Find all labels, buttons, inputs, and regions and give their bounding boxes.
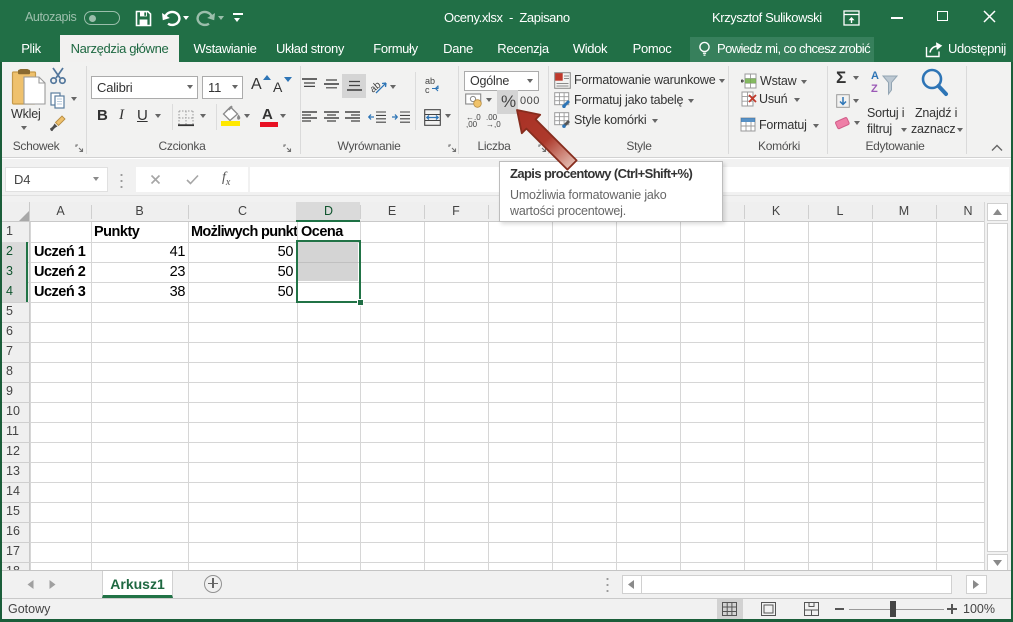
svg-text:c: c — [425, 85, 430, 94]
